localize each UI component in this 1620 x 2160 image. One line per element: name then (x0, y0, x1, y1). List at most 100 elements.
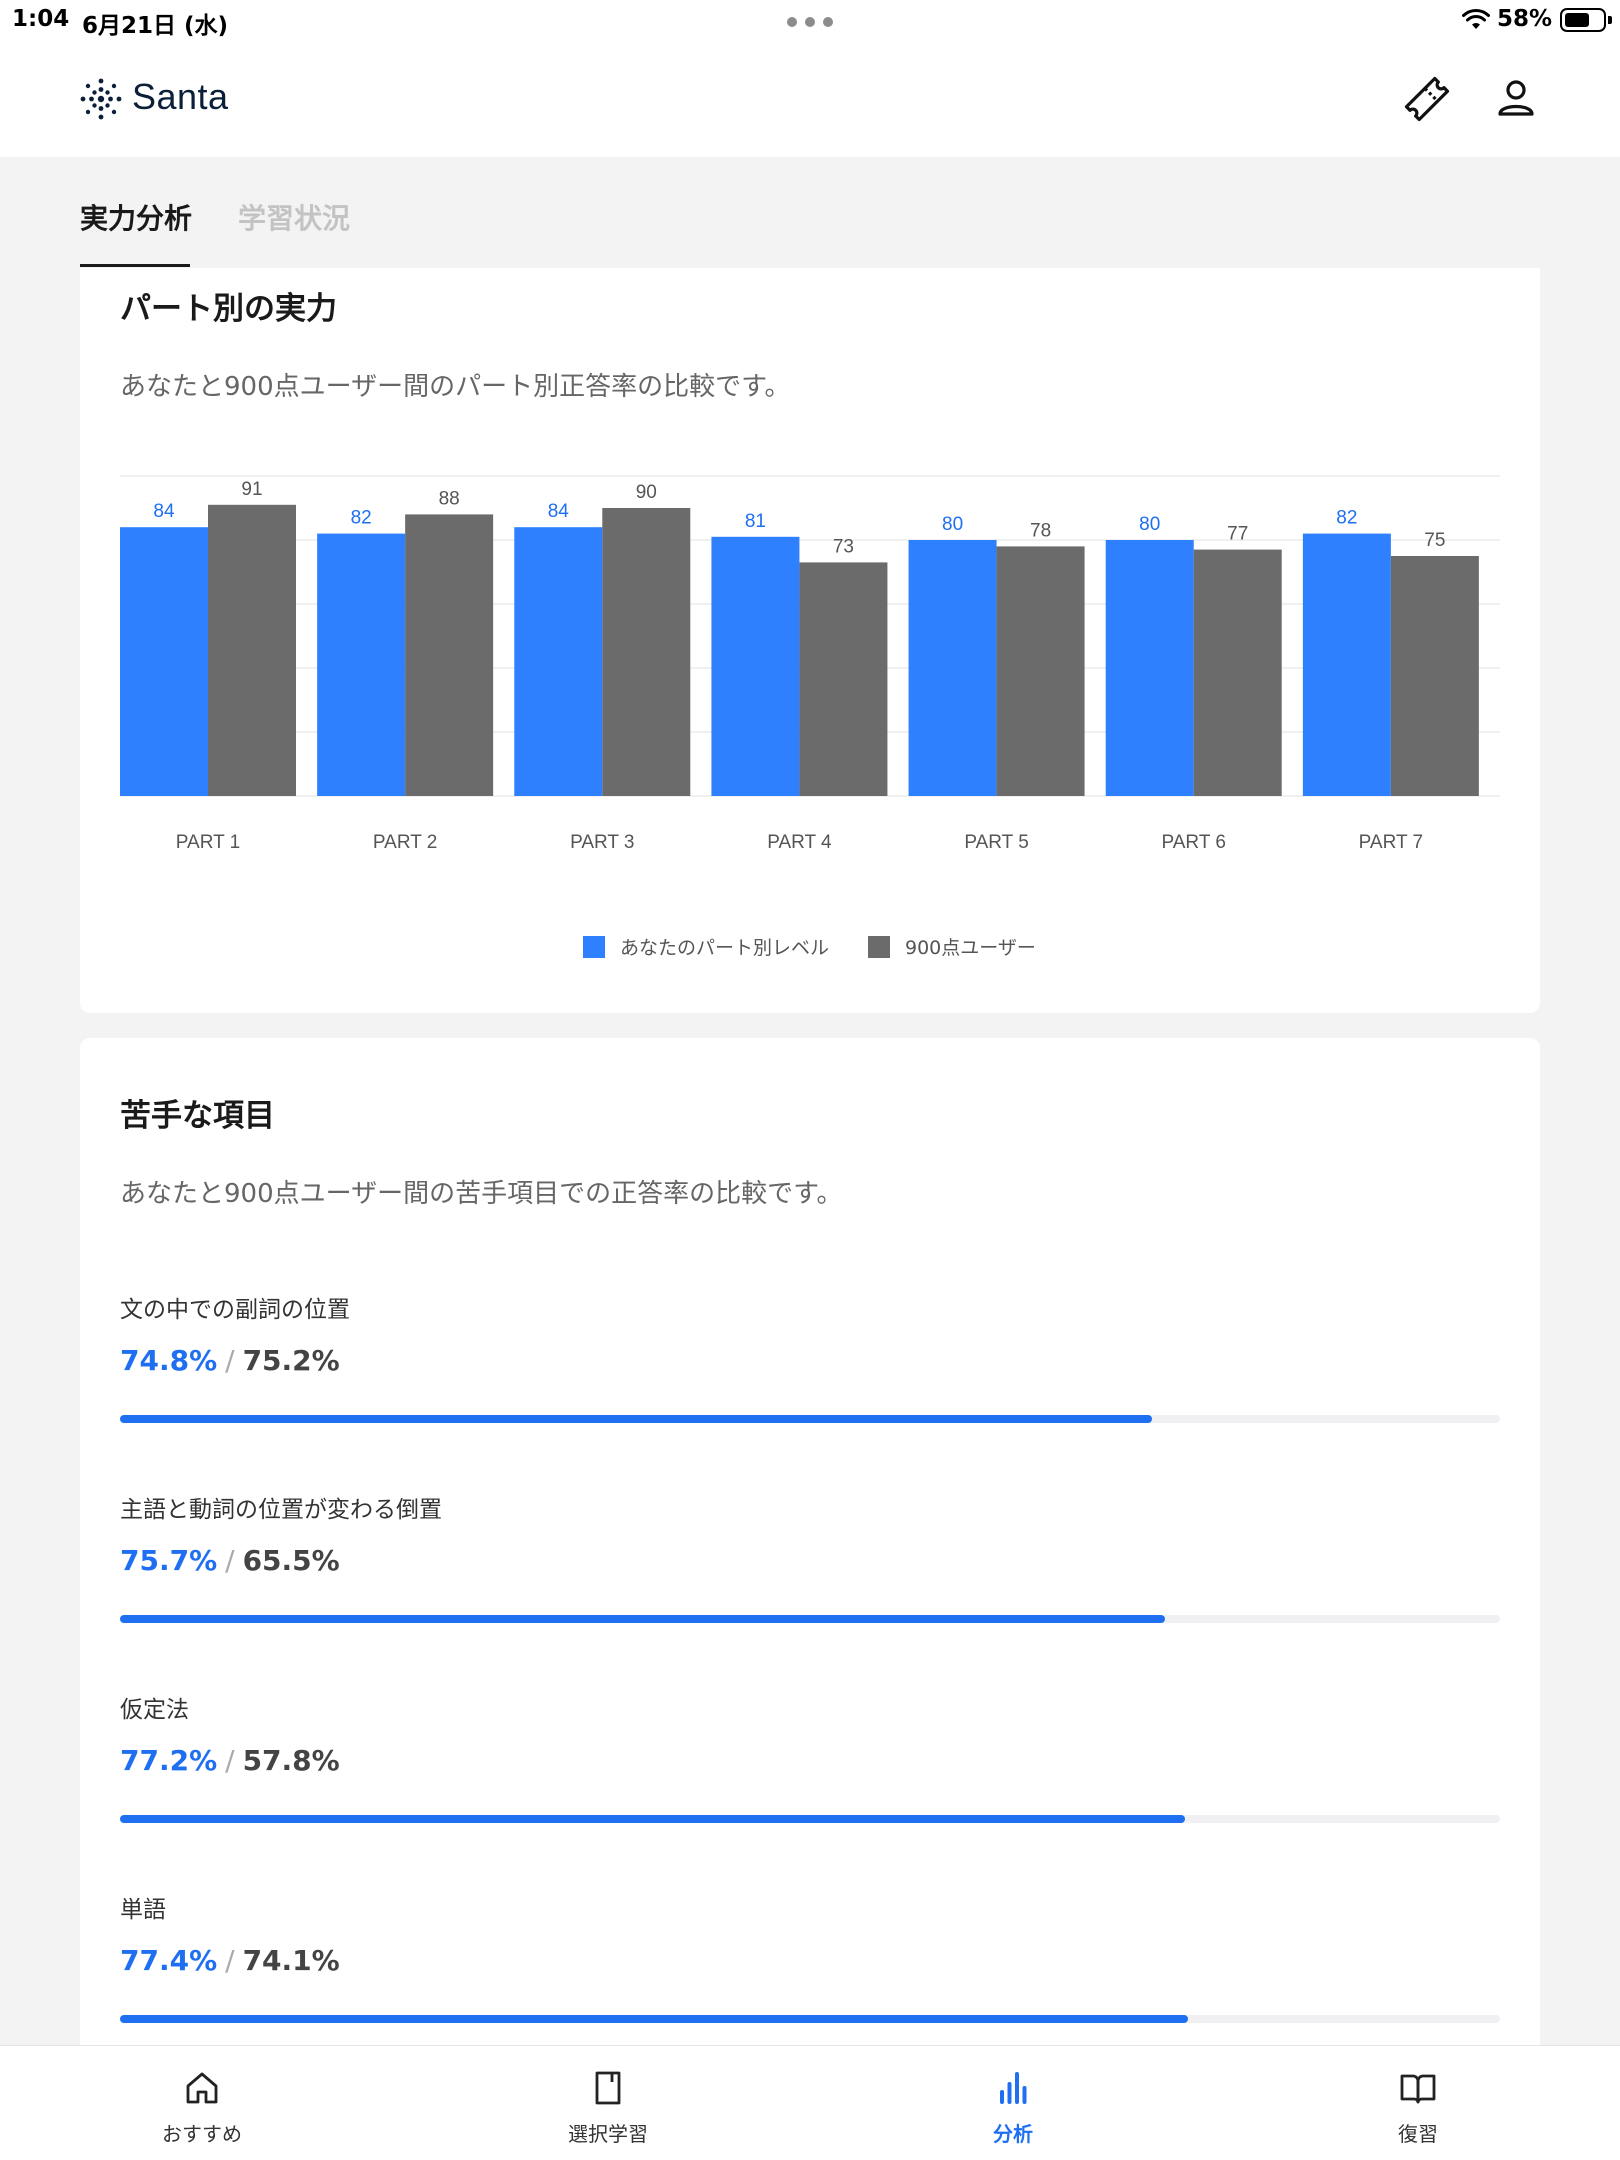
chart-bar (711, 536, 800, 796)
chart-bar (317, 533, 406, 796)
weak-item-progress-track (120, 1815, 1500, 1823)
chart-data-label: 91 (241, 479, 262, 500)
chart-bar (996, 546, 1085, 796)
weak-item-name: 文の中での副詞の位置 (120, 1297, 350, 1323)
weak-item[interactable]: 文の中での副詞の位置 74.8%/75.2% (120, 1290, 1500, 1490)
chart-category-label: PART 7 (1359, 832, 1423, 853)
weak-item-values: 75.7%/65.5% (120, 1544, 340, 1577)
chart-category-label: PART 6 (1162, 832, 1226, 853)
chart-bar (1390, 556, 1479, 796)
weak-item-your-rate: 77.2% (120, 1744, 218, 1777)
nav-item-analysis[interactable]: 分析 (913, 2046, 1113, 2160)
chart-data-label: 82 (351, 508, 372, 529)
chart-data-label: 81 (745, 511, 766, 532)
weak-item-name: 主語と動詞の位置が変わる倒置 (120, 1497, 442, 1523)
chart-category-label: PART 2 (373, 832, 437, 853)
weak-item-values: 74.8%/75.2% (120, 1344, 340, 1377)
chart-bar (120, 527, 208, 796)
wifi-icon (1462, 8, 1490, 29)
weak-item-separator: / (225, 1744, 235, 1777)
legend-swatch-you (583, 936, 605, 958)
bottom-nav: おすすめ 選択学習 分析 復習 (0, 2045, 1620, 2160)
status-bar: 1:04 6月21日 (水) 58% (0, 0, 1620, 42)
battery-percentage: 58% (1497, 6, 1553, 32)
nav-item-recommend[interactable]: おすすめ (102, 2046, 302, 2160)
chart-bar (405, 514, 494, 796)
weak-item-separator: / (225, 1544, 235, 1577)
legend-swatch-top (868, 936, 890, 958)
weak-items-description: あなたと900点ユーザー間の苦手項目での正答率の比較です。 (120, 1179, 843, 1209)
chart-data-label: 82 (1336, 508, 1357, 529)
weak-item-name: 単語 (120, 1897, 166, 1923)
chart-bar (1193, 549, 1282, 796)
weak-item-your-rate: 75.7% (120, 1544, 218, 1577)
chart-data-label: 90 (636, 482, 657, 503)
chart-data-label: 77 (1227, 524, 1248, 545)
profile-icon[interactable] (1494, 76, 1538, 120)
weak-item-name: 仮定法 (120, 1697, 189, 1723)
tab-learning-status[interactable]: 学習状況 (238, 197, 350, 237)
status-date: 6月21日 (水) (82, 13, 229, 39)
weak-item-progress-track (120, 2015, 1500, 2023)
weak-item-separator: / (225, 1344, 235, 1377)
chart-bar (208, 504, 296, 796)
chart-data-label: 75 (1424, 530, 1445, 551)
analysis-tabs: 実力分析 学習状況 (0, 157, 1620, 269)
nav-label: 選択学習 (568, 2122, 648, 2146)
chart-data-label: 80 (942, 514, 963, 535)
part-bar-chart: 84 91 PART 1 82 88 PART 2 84 90 PART 3 81 73 PART 4… (120, 475, 1500, 853)
chart-bar (908, 540, 997, 796)
bar-chart-icon (1000, 2072, 1027, 2104)
weak-item[interactable]: 主語と動詞の位置が変わる倒置 75.7%/65.5% (120, 1490, 1500, 1690)
part-skill-card: パート別の実力 あなたと900点ユーザー間のパート別正答率の比較です。 84 91… (80, 268, 1540, 1013)
active-tab-indicator (80, 264, 190, 267)
weak-item-values: 77.2%/57.8% (120, 1744, 340, 1777)
nav-item-selected-study[interactable]: 選択学習 (508, 2046, 708, 2160)
nav-label: 分析 (993, 2122, 1033, 2146)
weak-item-progress-track (120, 1415, 1500, 1423)
chart-data-label: 84 (548, 501, 570, 522)
chart-bar (1105, 540, 1194, 796)
chart-category-label: PART 5 (964, 832, 1028, 853)
weak-item-top-rate: 65.5% (242, 1544, 340, 1577)
chart-data-label: 78 (1030, 520, 1051, 541)
weak-item-your-rate: 77.4% (120, 1944, 218, 1977)
chart-data-label: 84 (153, 501, 175, 522)
chart-legend: あなたのパート別レベル 900点ユーザー (583, 933, 1043, 963)
nav-label: 復習 (1398, 2122, 1438, 2146)
chart-bar (514, 527, 603, 796)
chart-data-label: 80 (1139, 514, 1160, 535)
weak-item-progress-fill (120, 1615, 1165, 1623)
weak-items-card: 苦手な項目 あなたと900点ユーザー間の苦手項目での正答率の比較です。 文の中で… (80, 1038, 1540, 2160)
chart-category-label: PART 3 (570, 832, 634, 853)
chart-data-label: 88 (439, 488, 460, 509)
battery-icon (1560, 8, 1612, 32)
chart-bar (799, 562, 888, 796)
weak-item-progress-fill (120, 1815, 1186, 1823)
weak-item-top-rate: 74.1% (242, 1944, 340, 1977)
weak-item-progress-track (120, 1615, 1500, 1623)
weak-item[interactable]: 仮定法 77.2%/57.8% (120, 1690, 1500, 1890)
nav-label: おすすめ (162, 2122, 242, 2146)
nav-item-review[interactable]: 復習 (1318, 2046, 1518, 2160)
weak-items-title: 苦手な項目 (120, 1098, 275, 1134)
legend-label-top: 900点ユーザー (905, 937, 1036, 959)
chart-data-label: 73 (833, 536, 854, 557)
weak-item-separator: / (225, 1944, 235, 1977)
weak-item-progress-fill (120, 1415, 1153, 1423)
status-time: 1:04 (12, 6, 70, 32)
book-icon (595, 2071, 621, 2105)
logo-text[interactable]: Santa (132, 76, 229, 118)
chart-bar (602, 508, 691, 796)
app-header: Santa (0, 42, 1620, 157)
weak-item-your-rate: 74.8% (120, 1344, 218, 1377)
multitasking-dots-icon[interactable] (787, 17, 833, 27)
weak-item-progress-fill (120, 2015, 1189, 2023)
tab-skill-analysis[interactable]: 実力分析 (80, 197, 192, 237)
open-book-icon (1400, 2074, 1436, 2104)
chart-category-label: PART 4 (767, 832, 832, 853)
logo-dots-icon[interactable] (78, 76, 124, 122)
ticket-icon[interactable] (1402, 74, 1452, 124)
chart-bar (1302, 533, 1391, 796)
chart-category-label: PART 1 (176, 832, 240, 853)
